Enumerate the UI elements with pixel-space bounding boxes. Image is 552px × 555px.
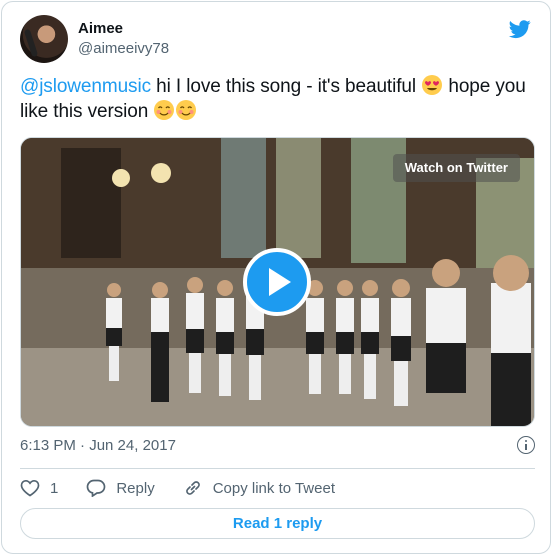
like-count: 1 <box>50 479 59 497</box>
tweet-card: Aimee @aimeeivy78 @jslowenmusic hi I lov… <box>1 1 551 554</box>
tweet-header: Aimee @aimeeivy78 <box>20 15 169 63</box>
tweet-timestamp[interactable]: 6:13 PM · Jun 24, 2017 <box>20 437 176 454</box>
avatar[interactable] <box>20 15 68 63</box>
link-icon <box>185 481 200 495</box>
copy-link-button[interactable]: Copy link to Tweet <box>183 479 335 497</box>
divider <box>20 468 535 469</box>
reply-button[interactable]: Reply <box>86 479 155 497</box>
action-bar: 1 Reply Copy link to Tweet <box>20 478 363 498</box>
info-icon[interactable] <box>517 436 535 454</box>
mention-link[interactable]: @jslowenmusic <box>20 76 151 97</box>
copy-link-label: Copy link to Tweet <box>212 479 335 497</box>
display-name[interactable]: Aimee <box>78 19 169 39</box>
tweet-text-part1: hi I love this song - it's beautiful <box>150 76 422 97</box>
tweet-meta: 6:13 PM · Jun 24, 2017 <box>20 435 535 455</box>
like-button[interactable]: 1 <box>20 479 58 497</box>
reply-label: Reply <box>116 479 155 497</box>
user-handle[interactable]: @aimeeivy78 <box>78 39 169 59</box>
tweet-text: @jslowenmusic hi I love this song - it's… <box>20 74 535 124</box>
watch-on-twitter-label[interactable]: Watch on Twitter <box>392 154 520 182</box>
reply-icon <box>86 479 106 497</box>
heart-eyes-emoji <box>422 75 443 95</box>
smiling-face-emoji <box>176 100 197 120</box>
author-names: Aimee @aimeeivy78 <box>78 19 169 59</box>
video-player[interactable]: Watch on Twitter <box>20 137 535 427</box>
twitter-bird-icon[interactable] <box>508 18 532 40</box>
heart-icon <box>20 479 40 497</box>
play-button[interactable] <box>243 248 311 316</box>
smiling-face-emoji <box>154 100 175 120</box>
read-replies-button[interactable]: Read 1 reply <box>20 508 535 539</box>
play-icon <box>269 268 291 296</box>
